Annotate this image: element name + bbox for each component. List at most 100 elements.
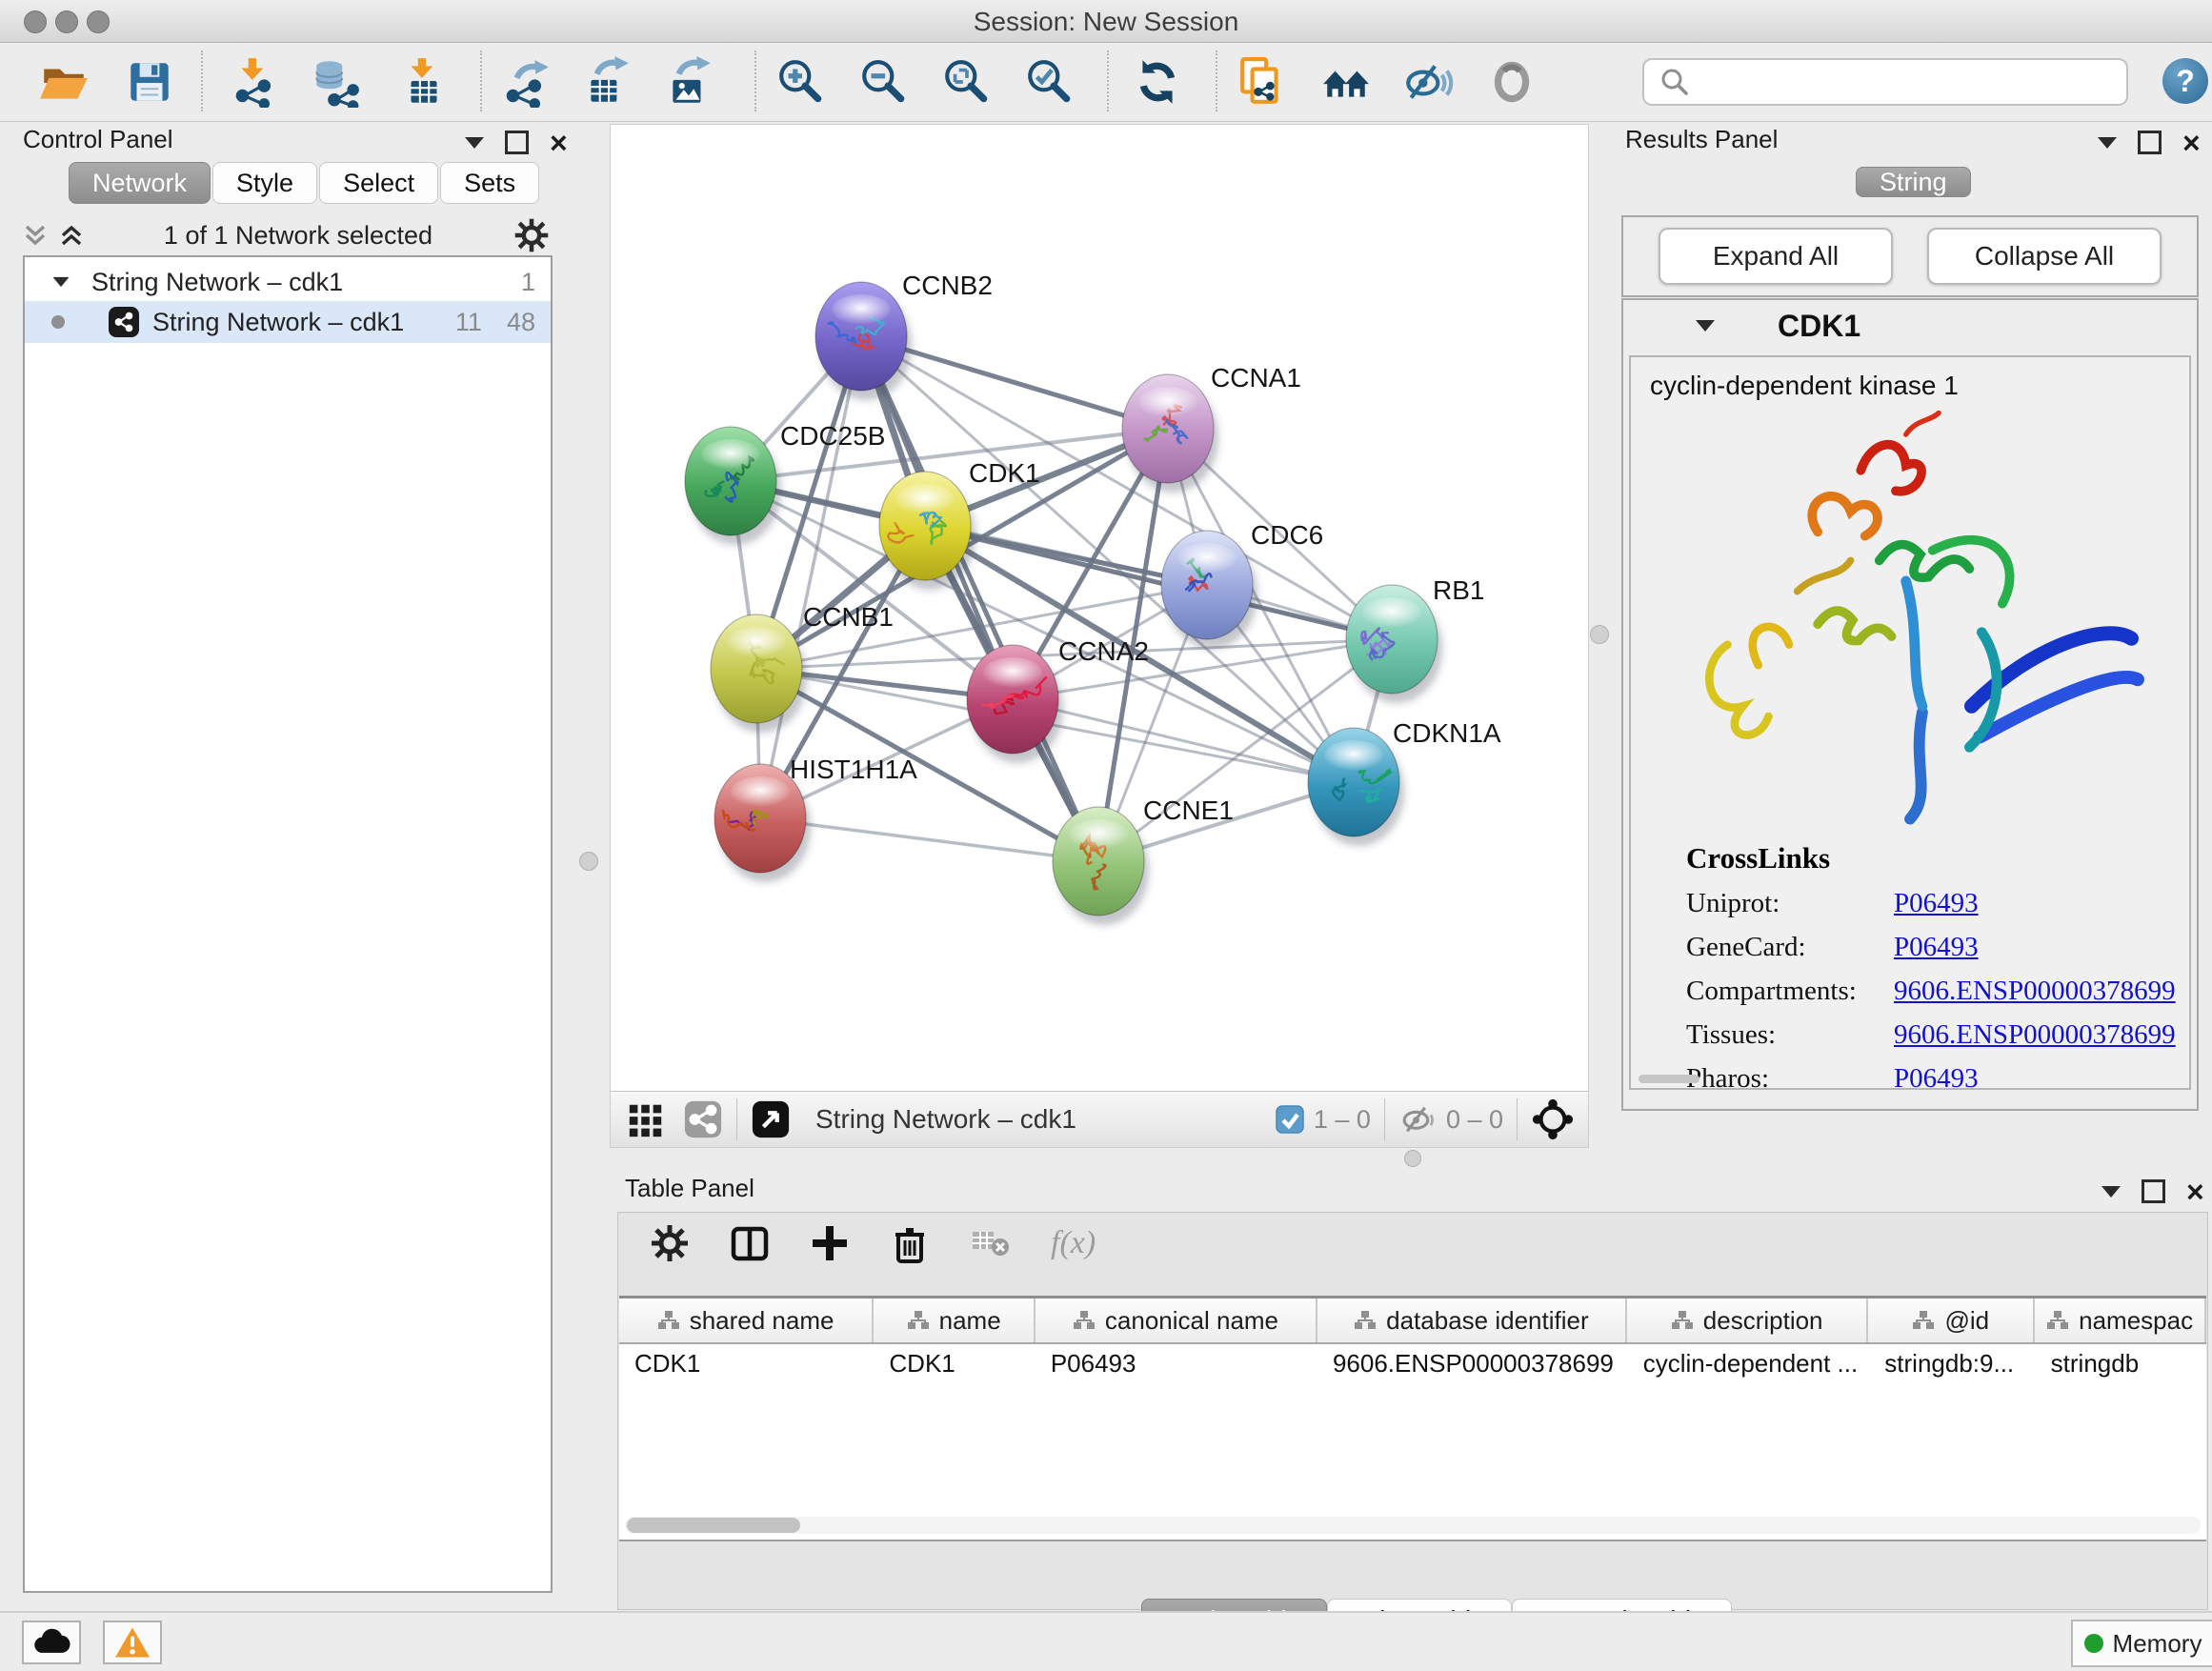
node-CCNA1[interactable] — [1122, 374, 1218, 493]
home-networks-button[interactable] — [1318, 54, 1374, 110]
table-row[interactable]: CDK1CDK1P064939606.ENSP00000378699cyclin… — [619, 1344, 2206, 1382]
copy-documents-button[interactable] — [1235, 54, 1290, 110]
table-cell[interactable]: CDK1 — [619, 1344, 874, 1382]
bottom-splitter-handle[interactable] — [1404, 1150, 1421, 1167]
node-CCNB2[interactable] — [815, 282, 912, 400]
results-panel-float-icon[interactable] — [2138, 131, 2162, 154]
export-network-button[interactable] — [499, 54, 554, 110]
table-hscrollbar[interactable] — [625, 1517, 2201, 1534]
zoom-selected-button[interactable] — [1022, 54, 1077, 110]
node-CDK1[interactable] — [879, 472, 975, 590]
selected-checkbox-icon[interactable] — [1276, 1105, 1304, 1134]
table-panel-float-icon[interactable] — [2142, 1179, 2165, 1203]
network-row-selected[interactable]: String Network – cdk1 11 48 — [25, 301, 551, 343]
table-hscrollbar-thumb[interactable] — [627, 1518, 800, 1533]
crosslink-value-link[interactable]: 9606.ENSP00000378699 — [1894, 1019, 2176, 1051]
cloud-status-button[interactable] — [22, 1621, 81, 1664]
node-CDC6[interactable] — [1161, 531, 1257, 649]
column-header-database-identifier[interactable]: database identifier — [1317, 1299, 1627, 1342]
import-network-button[interactable] — [229, 54, 284, 110]
save-session-button[interactable] — [122, 54, 177, 110]
show-graphics-details-button[interactable] — [1484, 54, 1539, 110]
add-column-icon[interactable] — [809, 1222, 851, 1264]
open-session-button[interactable] — [36, 54, 91, 110]
tab-string[interactable]: String — [1856, 162, 1973, 202]
crosslink-value-link[interactable]: P06493 — [1894, 888, 1979, 919]
table-cell[interactable]: CDK1 — [874, 1344, 1035, 1382]
zoom-fit-button[interactable] — [939, 54, 995, 110]
expand-all-button[interactable]: Expand All — [1659, 228, 1893, 285]
edge-HIST1H1A-CCNE1[interactable] — [760, 818, 1098, 861]
table-options-gear-icon[interactable] — [649, 1222, 691, 1264]
results-scrollbar-thumb[interactable] — [1639, 1075, 1699, 1083]
delete-table-icon-disabled[interactable] — [969, 1224, 1013, 1262]
tab-network[interactable]: Network — [69, 162, 211, 204]
network-options-gear-icon[interactable] — [513, 216, 551, 254]
column-header-name[interactable]: name — [874, 1299, 1036, 1342]
network-view[interactable]: CCNB2CCNA1CDC25BCDK1CDC6RB1CCNB1CCNA2CDK… — [610, 124, 1589, 1148]
export-table-button[interactable] — [579, 54, 634, 110]
column-header-canonical-name[interactable]: canonical name — [1036, 1299, 1317, 1342]
grid-view-icon[interactable] — [626, 1099, 666, 1139]
import-table-button[interactable] — [396, 54, 452, 110]
tab-style[interactable]: Style — [212, 162, 317, 204]
crosslink-value-link[interactable]: P06493 — [1894, 1063, 1979, 1090]
entry-collapse-icon[interactable] — [1696, 320, 1715, 332]
node-CCNE1[interactable] — [1053, 807, 1149, 925]
column-header-namespac[interactable]: namespac — [2035, 1299, 2206, 1342]
import-database-button[interactable] — [309, 54, 364, 110]
node-CCNB1[interactable] — [711, 614, 807, 733]
help-button[interactable]: ? — [2162, 58, 2208, 104]
network-graph[interactable]: CCNB2CCNA1CDC25BCDK1CDC6RB1CCNB1CCNA2CDK… — [611, 125, 1586, 1090]
hide-graphics-details-button[interactable] — [1400, 54, 1456, 110]
table-cell[interactable]: stringdb:9... — [1869, 1344, 2035, 1382]
column-header-description[interactable]: description — [1627, 1299, 1868, 1342]
show-columns-icon[interactable] — [729, 1222, 771, 1264]
tab-sets[interactable]: Sets — [440, 162, 539, 204]
right-splitter-handle[interactable] — [1590, 625, 1609, 644]
entry-header[interactable]: CDK1 — [1623, 300, 2197, 352]
left-splitter-handle[interactable] — [579, 852, 598, 871]
hidden-eye-slash-icon[interactable] — [1398, 1100, 1437, 1138]
collection-collapse-icon[interactable] — [53, 277, 70, 287]
node-CDC25B[interactable] — [685, 427, 781, 545]
node-CDKN1A[interactable] — [1308, 728, 1404, 846]
results-panel-menu-icon[interactable] — [2098, 137, 2117, 149]
memory-button[interactable]: Memory — [2071, 1620, 2212, 1667]
search-bar[interactable] — [1642, 58, 2128, 106]
fit-content-crosshair-icon[interactable] — [1531, 1097, 1575, 1141]
control-panel-float-icon[interactable] — [505, 131, 529, 154]
node-CCNA2[interactable] — [967, 645, 1063, 763]
warnings-button[interactable] — [103, 1621, 162, 1664]
function-builder-fx[interactable]: f(x) — [1051, 1225, 1096, 1261]
search-input[interactable] — [1694, 62, 2126, 102]
zoom-out-button[interactable] — [856, 54, 912, 110]
collapse-all-button[interactable]: Collapse All — [1927, 228, 2162, 285]
network-share-toggle-icon[interactable] — [683, 1099, 723, 1139]
table-cell[interactable]: cyclin-dependent ... — [1628, 1344, 1870, 1382]
crosslink-value-link[interactable]: 9606.ENSP00000378699 — [1894, 976, 2176, 1007]
table-cell[interactable]: stringdb — [2036, 1344, 2206, 1382]
export-image-button[interactable] — [661, 54, 716, 110]
expand-all-icon[interactable] — [59, 221, 84, 250]
collapse-all-icon[interactable] — [23, 221, 48, 250]
edge-CCNB2-HIST1H1A[interactable] — [760, 336, 861, 818]
control-panel-menu-icon[interactable] — [465, 137, 484, 149]
network-canvas[interactable]: CCNB2CCNA1CDC25BCDK1CDC6RB1CCNB1CCNA2CDK… — [611, 125, 1588, 1090]
crosslink-value-link[interactable]: P06493 — [1894, 932, 1979, 963]
table-panel-menu-icon[interactable] — [2101, 1186, 2121, 1198]
node-RB1[interactable] — [1346, 585, 1442, 703]
delete-column-trash-icon[interactable] — [889, 1222, 931, 1264]
column-header-shared-name[interactable]: shared name — [619, 1299, 874, 1342]
network-collection-row[interactable]: String Network – cdk1 1 — [25, 257, 551, 301]
table-cell[interactable]: 9606.ENSP00000378699 — [1317, 1344, 1628, 1382]
birdseye-view-icon[interactable] — [751, 1099, 791, 1139]
column-header--id[interactable]: @id — [1868, 1299, 2035, 1342]
table-panel-close-icon[interactable]: × — [2186, 1182, 2204, 1201]
results-panel-close-icon[interactable]: × — [2182, 133, 2201, 152]
table-cell[interactable]: P06493 — [1036, 1344, 1317, 1382]
control-panel-close-icon[interactable]: × — [550, 133, 568, 152]
tab-select[interactable]: Select — [319, 162, 438, 204]
zoom-in-button[interactable] — [774, 54, 829, 110]
refresh-view-button[interactable] — [1130, 54, 1185, 110]
